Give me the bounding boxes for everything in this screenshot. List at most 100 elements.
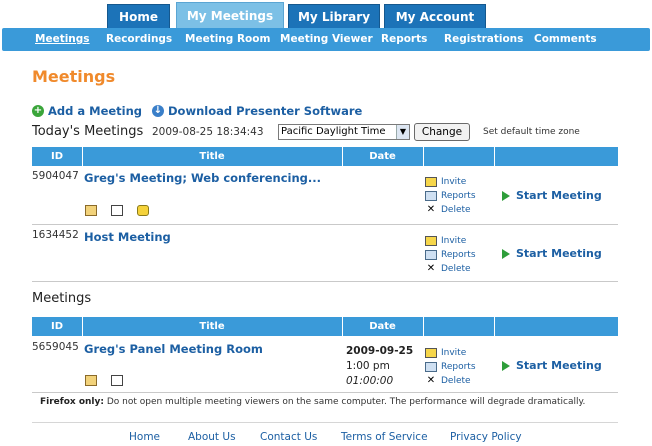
- home-icon[interactable]: [85, 205, 97, 216]
- start-meeting-button[interactable]: Start Meeting: [502, 359, 602, 372]
- footer-privacy-link[interactable]: Privacy Policy: [450, 431, 522, 443]
- footer-home-link[interactable]: Home: [129, 431, 160, 443]
- meeting-id: 5904047: [32, 170, 79, 182]
- timezone-select[interactable]: Pacific Daylight Time ▼: [278, 124, 410, 140]
- invite-label: Invite: [441, 236, 467, 246]
- footer-divider: [32, 422, 618, 423]
- add-meeting-link[interactable]: + Add a Meeting: [32, 104, 142, 118]
- start-meeting-label: Start Meeting: [516, 247, 602, 260]
- col-id: ID: [50, 321, 64, 332]
- firefox-warning-text: Do not open multiple meeting viewers on …: [103, 397, 586, 407]
- current-datetime: 2009-08-25 18:34:43: [152, 126, 264, 138]
- tab-my-library[interactable]: My Library: [288, 4, 380, 29]
- meetings-section-heading: Meetings: [32, 291, 92, 306]
- add-meeting-label: Add a Meeting: [48, 104, 143, 118]
- delete-label: Delete: [441, 205, 471, 215]
- reports-icon: [425, 362, 437, 372]
- footer-about-link[interactable]: About Us: [188, 431, 236, 443]
- invite-link[interactable]: Invite: [425, 346, 476, 360]
- download-software-link[interactable]: ↓ Download Presenter Software: [152, 104, 362, 118]
- page-title: Meetings: [32, 67, 116, 86]
- row-divider: [32, 392, 618, 393]
- meeting-id: 1634452: [32, 229, 79, 241]
- delete-link[interactable]: ✕ Delete: [425, 203, 476, 217]
- footer-terms-link[interactable]: Terms of Service: [341, 431, 428, 443]
- reports-label: Reports: [441, 362, 476, 372]
- document-icon[interactable]: [111, 205, 123, 216]
- subnav-recordings[interactable]: Recordings: [106, 28, 172, 51]
- todays-meetings-heading: Today's Meetings: [32, 124, 144, 139]
- meeting-actions: Invite Reports ✕ Delete: [425, 346, 476, 388]
- meeting-time: 1:00 pm: [346, 360, 390, 372]
- phone-icon[interactable]: [137, 205, 149, 216]
- invite-icon: [425, 177, 437, 187]
- subnav-registrations[interactable]: Registrations: [444, 28, 523, 51]
- row-icons: [85, 205, 149, 216]
- tab-my-account[interactable]: My Account: [384, 4, 486, 29]
- start-meeting-button[interactable]: Start Meeting: [502, 247, 602, 260]
- meeting-id: 5659045: [32, 341, 79, 353]
- reports-icon: [425, 250, 437, 260]
- top-tabs: Home My Meetings My Library My Account: [0, 0, 652, 29]
- delete-link[interactable]: ✕ Delete: [425, 374, 476, 388]
- meeting-actions: Invite Reports ✕ Delete: [425, 234, 476, 276]
- home-icon[interactable]: [85, 375, 97, 386]
- invite-icon: [425, 236, 437, 246]
- download-icon: ↓: [152, 105, 164, 117]
- col-title: Title: [199, 321, 225, 332]
- meeting-title-link[interactable]: Greg's Meeting; Web conferencing...: [84, 171, 321, 185]
- download-label: Download Presenter Software: [168, 104, 363, 118]
- delete-icon: ✕: [426, 204, 436, 215]
- delete-label: Delete: [441, 376, 471, 386]
- play-icon: [502, 248, 510, 259]
- chevron-down-icon: ▼: [396, 125, 409, 139]
- table-header-meetings: ID Title Date: [32, 317, 618, 336]
- row-divider: [32, 224, 618, 225]
- footer-contact-link[interactable]: Contact Us: [260, 431, 317, 443]
- meeting-duration: 01:00:00: [346, 375, 394, 387]
- invite-label: Invite: [441, 348, 467, 358]
- invite-link[interactable]: Invite: [425, 175, 476, 189]
- col-date: Date: [369, 321, 396, 332]
- meeting-title-link[interactable]: Host Meeting: [84, 230, 171, 244]
- reports-icon: [425, 191, 437, 201]
- start-meeting-button[interactable]: Start Meeting: [502, 189, 602, 202]
- subnav-meeting-room[interactable]: Meeting Room: [185, 28, 270, 51]
- delete-icon: ✕: [426, 375, 436, 386]
- meeting-date-block: 2009-09-25 1:00 pm 01:00:00: [346, 344, 413, 389]
- subnav-meetings[interactable]: Meetings: [35, 28, 90, 51]
- meeting-date: 2009-09-25: [346, 345, 414, 357]
- delete-label: Delete: [441, 264, 471, 274]
- table-header-today: ID Title Date: [32, 147, 618, 166]
- reports-link[interactable]: Reports: [425, 189, 476, 203]
- firefox-warning: Firefox only: Do not open multiple meeti…: [40, 397, 585, 407]
- plus-icon: +: [32, 105, 44, 117]
- tab-home[interactable]: Home: [107, 4, 170, 29]
- subnav-meeting-viewer[interactable]: Meeting Viewer: [280, 28, 373, 51]
- tab-my-meetings[interactable]: My Meetings: [176, 2, 284, 29]
- change-timezone-button[interactable]: Change: [414, 123, 470, 141]
- timezone-value: Pacific Daylight Time: [281, 126, 386, 137]
- reports-link[interactable]: Reports: [425, 248, 476, 262]
- reports-link[interactable]: Reports: [425, 360, 476, 374]
- col-id: ID: [50, 151, 64, 162]
- invite-icon: [425, 348, 437, 358]
- row-icons: [85, 375, 123, 386]
- firefox-warning-label: Firefox only:: [40, 397, 104, 407]
- play-icon: [502, 190, 510, 201]
- meeting-title-link[interactable]: Greg's Panel Meeting Room: [84, 342, 263, 356]
- delete-link[interactable]: ✕ Delete: [425, 262, 476, 276]
- row-divider: [32, 281, 618, 282]
- subnav-comments[interactable]: Comments: [534, 28, 597, 51]
- play-icon: [502, 360, 510, 371]
- col-date: Date: [369, 151, 396, 162]
- meeting-actions: Invite Reports ✕ Delete: [425, 175, 476, 217]
- sub-navigation: Meetings Recordings Meeting Room Meeting…: [2, 28, 650, 51]
- invite-link[interactable]: Invite: [425, 234, 476, 248]
- start-meeting-label: Start Meeting: [516, 359, 602, 372]
- subnav-reports[interactable]: Reports: [381, 28, 427, 51]
- reports-label: Reports: [441, 250, 476, 260]
- document-icon[interactable]: [111, 375, 123, 386]
- reports-label: Reports: [441, 191, 476, 201]
- start-meeting-label: Start Meeting: [516, 189, 602, 202]
